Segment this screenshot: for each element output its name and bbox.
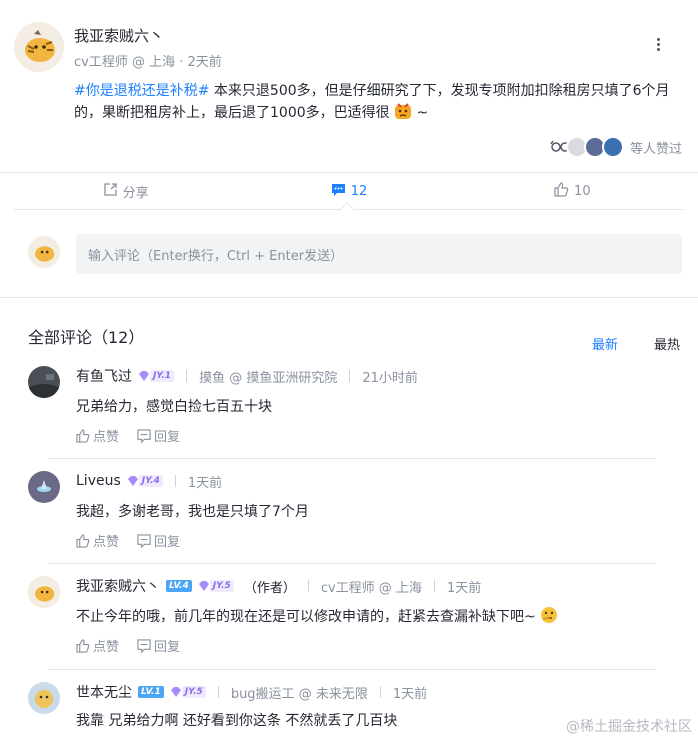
like-label: 点赞 — [93, 640, 120, 655]
current-user-avatar — [28, 236, 60, 268]
badge-label: LV.4 — [166, 580, 192, 592]
comment-input[interactable]: 输入评论（Enter换行，Ctrl + Enter发送） — [76, 234, 682, 274]
gem-icon — [127, 476, 138, 486]
comment-divider — [48, 458, 656, 459]
reply-icon — [137, 638, 151, 653]
post-text-tail: ~ — [412, 105, 429, 121]
comment-time: 1天前 — [446, 580, 482, 596]
comment-count: 12 — [350, 183, 368, 199]
commenter-meta: 摸鱼 @ 摸鱼亚洲研究院 — [199, 370, 338, 386]
separator — [217, 686, 219, 698]
commenter-avatar[interactable] — [28, 576, 60, 608]
reply-label: 回复 — [154, 535, 181, 550]
sort-newest-tab[interactable]: 最新 — [592, 334, 618, 353]
comment-like-button[interactable]: 点赞 — [76, 636, 119, 655]
comment-text: 不止今年的哦，前几年的现在还是可以修改申请的，赶紧去查漏补缺下吧~ — [76, 606, 684, 628]
separator — [433, 580, 435, 592]
post-content: #你是退税还是补税# 本来只退500多，但是仔细研究了下，发现专项附加扣除租房只… — [74, 80, 674, 124]
separator — [349, 370, 351, 382]
lv-badge: LV.4 — [166, 579, 192, 593]
commenter-avatar[interactable] — [28, 471, 60, 503]
badge-label: JY.5 — [209, 580, 234, 592]
comment-divider — [48, 669, 656, 670]
author-meta: cv工程师 @ 上海 · 2天前 — [74, 55, 222, 70]
commenter-name[interactable]: Liveus — [76, 473, 121, 489]
separator — [307, 580, 309, 592]
jy-badge: JY.1 — [138, 369, 175, 383]
commenter-avatar[interactable] — [28, 366, 60, 398]
commenter-avatar[interactable] — [28, 682, 60, 714]
more-options-icon[interactable] — [650, 36, 666, 56]
comment-icon — [331, 182, 351, 201]
comment-input-placeholder: 输入评论（Enter换行，Ctrl + Enter发送） — [88, 248, 344, 264]
separator — [174, 475, 176, 487]
share-label: 分享 — [122, 185, 149, 201]
author-tag: （作者） — [243, 580, 296, 596]
comment-like-button[interactable]: 点赞 — [76, 426, 119, 445]
commenter-meta: bug搬运工 @ 未来无限 — [230, 686, 368, 702]
reply-icon — [137, 533, 151, 548]
thumbs-up-icon — [76, 533, 90, 548]
commenter-name[interactable]: 世本无尘 — [76, 682, 132, 702]
gem-icon — [139, 371, 149, 381]
gem-icon — [170, 687, 181, 697]
badge-label: JY.1 — [150, 370, 175, 382]
like-count: 10 — [574, 183, 591, 199]
gem-icon — [198, 581, 209, 591]
badge-label: JY.4 — [138, 475, 163, 487]
comment-divider — [48, 563, 656, 564]
comment-text-content: 不止今年的哦，前几年的现在还是可以修改申请的，赶紧去查漏补缺下吧~ — [76, 609, 536, 625]
commenter-name[interactable]: 有鱼飞过 — [76, 366, 132, 386]
jy-badge: JY.5 — [198, 579, 234, 593]
post-header: 我亚索贼六丶 cv工程师 @ 上海 · 2天前 — [14, 20, 684, 76]
like-label: 点赞 — [93, 430, 120, 445]
comment-like-button[interactable]: 点赞 — [76, 531, 119, 550]
comment-text: 我超，多谢老哥，我也是只填了7个月 — [76, 504, 309, 520]
thumbs-up-icon — [76, 428, 90, 443]
section-divider — [0, 297, 698, 298]
badge-label: JY.5 — [181, 686, 206, 698]
commenter-name[interactable]: 我亚索贼六丶 — [76, 576, 160, 596]
likers-text: 等人赞过 — [629, 141, 682, 157]
comment-reply-button[interactable]: 回复 — [137, 636, 180, 655]
author-name[interactable]: 我亚索贼六丶 — [74, 25, 164, 46]
thumbs-up-icon — [76, 638, 90, 653]
comment-text: 兄弟给力，感觉白捡七百五十块 — [76, 399, 272, 415]
comments-title: 全部评论（12） — [28, 328, 145, 347]
separator — [379, 686, 381, 698]
jy-badge: JY.5 — [170, 685, 206, 699]
jy-badge: JY.4 — [127, 474, 163, 488]
reply-label: 回复 — [154, 430, 181, 445]
reply-label: 回复 — [154, 640, 181, 655]
share-icon — [103, 182, 123, 201]
likers[interactable]: 等人赞过 — [550, 136, 682, 158]
angry-emoji-icon — [394, 102, 412, 120]
comment-time: 1天前 — [392, 686, 428, 702]
comment-time: 21小时前 — [362, 370, 418, 386]
separator — [186, 370, 188, 382]
like-button[interactable]: 10 — [461, 172, 684, 210]
watermark: @稀土掘金技术社区 — [566, 719, 692, 735]
commenter-meta: cv工程师 @ 上海 — [320, 580, 422, 596]
lv-badge: LV.1 — [138, 685, 164, 699]
author-avatar[interactable] — [14, 22, 64, 72]
comment-reply-button[interactable]: 回复 — [137, 531, 180, 550]
like-label: 点赞 — [93, 535, 120, 550]
badge-label: LV.1 — [138, 686, 164, 698]
comment-time: 1天前 — [187, 475, 223, 491]
topic-link[interactable]: #你是退税还是补税# — [74, 83, 209, 99]
thumbs-up-icon — [554, 181, 574, 201]
page: 我亚索贼六丶 cv工程师 @ 上海 · 2天前 #你是退税还是补税# 本来只退5… — [0, 0, 698, 739]
reply-icon — [137, 428, 151, 443]
thinking-emoji-icon — [540, 606, 558, 624]
share-button[interactable]: 分享 — [14, 172, 237, 210]
sort-hottest-tab[interactable]: 最热 — [654, 334, 680, 353]
comment-reply-button[interactable]: 回复 — [137, 426, 180, 445]
liker-avatar[interactable] — [601, 136, 624, 158]
